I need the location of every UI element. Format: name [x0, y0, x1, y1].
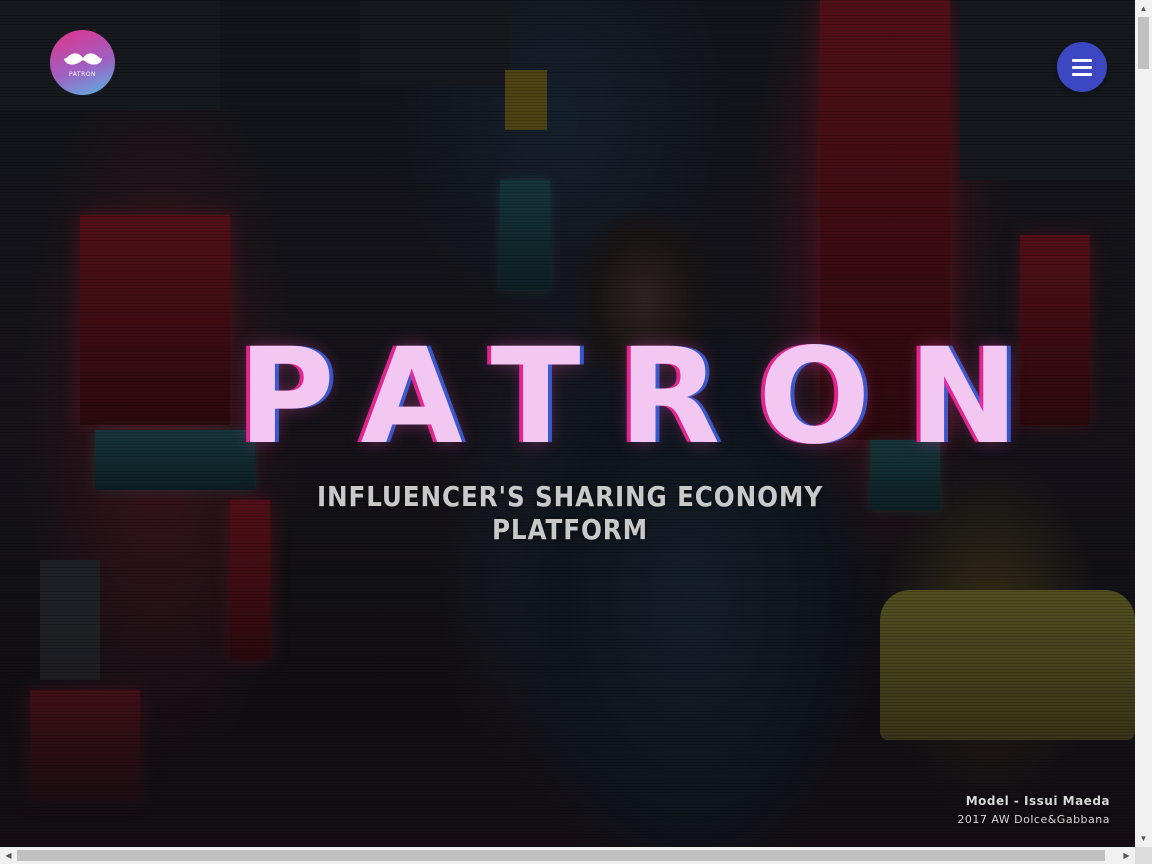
hamburger-menu-icon	[1072, 58, 1092, 76]
scroll-right-icon[interactable]: ▶	[1118, 847, 1135, 864]
mustache-icon	[63, 52, 102, 65]
scroll-left-icon[interactable]: ◀	[0, 847, 17, 864]
credit-model: Model - Issui Maeda	[965, 794, 1110, 808]
scroll-down-icon[interactable]: ▼	[1135, 830, 1152, 847]
vertical-scrollbar[interactable]: ▲ ▼	[1135, 0, 1152, 847]
hero-tagline: INFLUENCER'S SHARING ECONOMY PLATFORM	[316, 480, 824, 546]
scroll-up-icon[interactable]: ▲	[1135, 0, 1152, 17]
menu-button[interactable]	[1057, 42, 1107, 92]
credit-season: 2017 AW Dolce&Gabbana	[957, 813, 1110, 826]
vertical-scroll-thumb[interactable]	[1138, 17, 1149, 69]
logo-text: PATRON	[69, 70, 96, 78]
hero-title: PATRON	[238, 320, 1057, 474]
horizontal-scroll-thumb[interactable]	[17, 850, 1105, 861]
photo-credits: Model - Issui Maeda 2017 AW Dolce&Gabban…	[957, 794, 1110, 826]
page: PATRON PATRON INFLUENCER'S SHARING ECONO…	[0, 0, 1152, 864]
logo[interactable]: PATRON	[50, 30, 115, 95]
scrollbar-corner	[1135, 847, 1152, 864]
horizontal-scrollbar[interactable]: ◀ ▶	[0, 847, 1135, 864]
